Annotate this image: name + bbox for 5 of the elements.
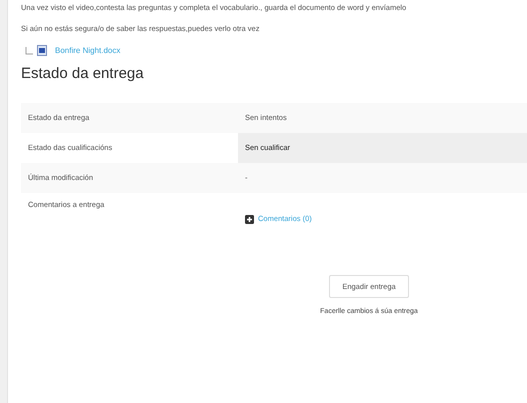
section-heading: Estado da entrega (21, 64, 145, 84)
plus-icon (245, 214, 254, 224)
file-link[interactable]: Bonfire Night.docx (55, 44, 120, 56)
tree-line-icon (25, 46, 33, 54)
document-icon (37, 45, 47, 56)
